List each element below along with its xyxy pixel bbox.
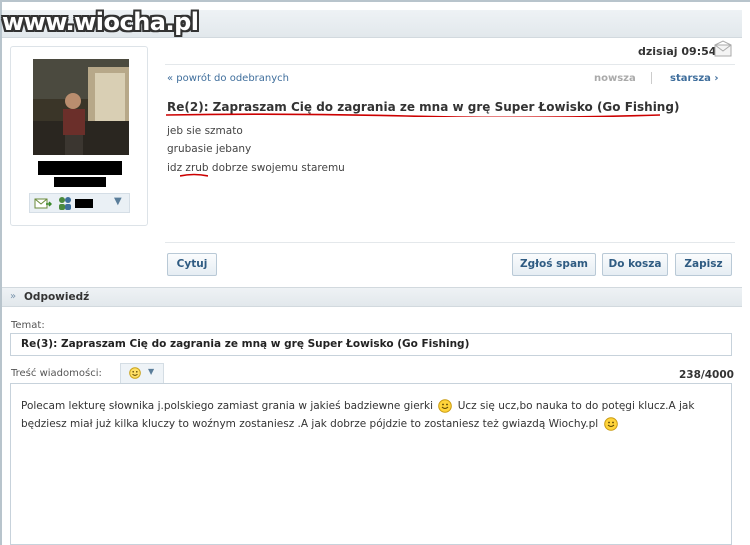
character-counter: 238/4000 (679, 369, 734, 381)
message-body-line: grubasie jebany (167, 143, 252, 155)
send-message-icon[interactable] (34, 197, 52, 210)
redacted-contact (75, 199, 93, 208)
emoticon-picker[interactable]: ▼ (120, 363, 164, 383)
message-content-label: Treść wiadomości: (11, 368, 102, 379)
chevron-down-icon[interactable]: ▼ (114, 196, 122, 207)
report-spam-button[interactable]: Zgłoś spam (512, 253, 596, 276)
message-text-line: Polecam lekturę słownika j.polskiego zam… (21, 399, 694, 413)
watermark: www.wiocha.pl (2, 8, 199, 36)
topic-field[interactable]: Re(3): Zapraszam Cię do zagrania ze mną … (10, 333, 732, 356)
red-underline-mark (166, 113, 660, 117)
quote-button[interactable]: Cytuj (167, 253, 217, 276)
save-button[interactable]: Zapisz (675, 253, 732, 276)
reply-section-title: Odpowiedź (24, 291, 90, 303)
older-message-link[interactable]: starsza › (670, 73, 719, 84)
divider (651, 72, 652, 84)
double-chevron-icon: » (10, 291, 17, 302)
message-date: dzisiaj 09:54 (638, 45, 717, 58)
sender-profile-card: ▼ (10, 46, 148, 226)
redacted-name (54, 177, 106, 187)
divider (165, 242, 735, 243)
reply-section-header: » Odpowiedź (2, 287, 742, 307)
message-text-segment: Polecam lekturę słownika j.polskiego zam… (21, 400, 434, 412)
profile-action-bar: ▼ (29, 193, 130, 213)
message-body-line: jeb sie szmato (167, 125, 243, 137)
divider (165, 64, 735, 65)
back-to-inbox-link[interactable]: « powrót do odebranych (167, 73, 289, 84)
friends-icon[interactable] (57, 196, 73, 211)
chevron-down-icon: ▼ (148, 367, 155, 376)
envelope-icon (714, 40, 732, 57)
smiley-icon (603, 417, 618, 431)
avatar[interactable] (33, 59, 129, 155)
smiley-icon (129, 367, 141, 379)
message-subject: Re(2): Zapraszam Cię do zagrania ze mna … (167, 100, 680, 114)
message-text-line: będziesz miał już kilka kluczy to woźnym… (21, 417, 620, 431)
redacted-username (38, 161, 122, 175)
message-text-segment: będziesz miał już kilka kluczy to woźnym… (21, 418, 599, 430)
move-to-trash-button[interactable]: Do kosza (602, 253, 668, 276)
message-text-segment: Ucz się ucz,bo nauka to do potęgi klucz.… (457, 400, 695, 412)
red-underline-mark (180, 173, 208, 177)
topic-label: Temat: (11, 320, 45, 331)
smiley-icon (438, 399, 453, 413)
newer-message-link: nowsza (594, 73, 636, 84)
